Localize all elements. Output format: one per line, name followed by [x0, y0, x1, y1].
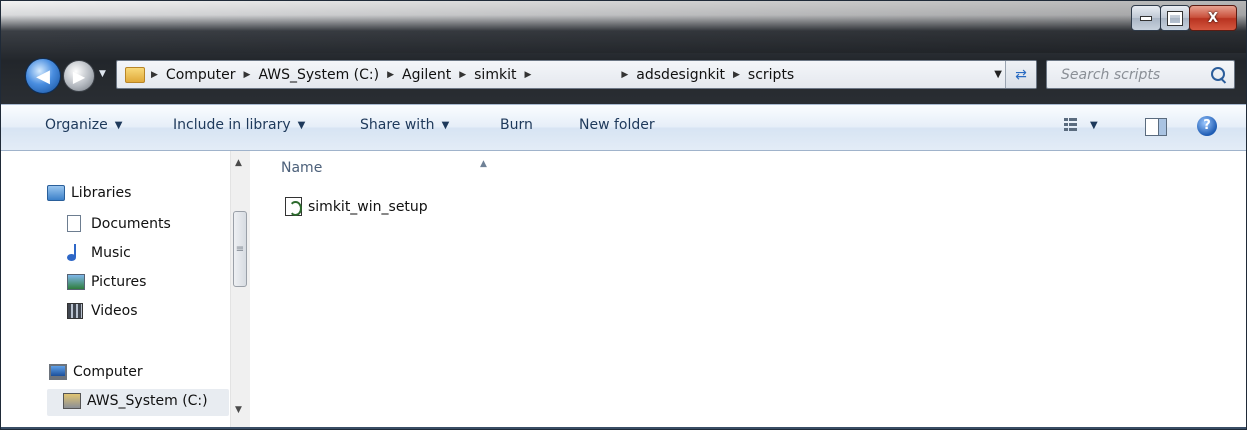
- nav-item-label: Computer: [73, 364, 143, 380]
- chevron-right-icon[interactable]: ▶: [244, 70, 251, 80]
- nav-item-label: AWS_System (C:): [87, 393, 208, 409]
- nav-item-label: Videos: [91, 303, 138, 319]
- breadcrumb-simkit[interactable]: simkit: [474, 67, 516, 83]
- new-folder-label: New folder: [579, 117, 655, 133]
- window-bottom-border: [1, 427, 1246, 429]
- nav-item-libraries[interactable]: Libraries: [47, 185, 131, 201]
- music-icon: [67, 244, 81, 261]
- new-folder-button[interactable]: New folder: [579, 117, 655, 133]
- nav-item-documents[interactable]: Documents: [67, 215, 171, 232]
- chevron-down-icon[interactable]: ▼: [1090, 120, 1098, 131]
- folder-icon: [125, 66, 145, 83]
- nav-item-label: Libraries: [71, 185, 132, 201]
- scroll-down-icon[interactable]: ▼: [235, 405, 242, 415]
- nav-pane-scrollbar[interactable]: ▲ ≡ ▼: [230, 151, 250, 429]
- videos-icon: [67, 303, 83, 319]
- refresh-button[interactable]: ⇄: [1005, 61, 1036, 88]
- nav-item-pictures[interactable]: Pictures: [67, 274, 146, 290]
- search-box[interactable]: [1046, 60, 1235, 89]
- chevron-right-icon[interactable]: ▶: [459, 70, 466, 80]
- pictures-icon: [67, 274, 85, 290]
- column-header-name[interactable]: Name ▲: [281, 159, 487, 176]
- drive-icon: [63, 393, 81, 409]
- scroll-up-icon[interactable]: ▲: [235, 158, 242, 168]
- column-header-label: Name: [281, 160, 323, 176]
- chevron-right-icon[interactable]: ▶: [387, 70, 394, 80]
- maximize-button[interactable]: [1160, 5, 1190, 31]
- chevron-down-icon: ▼: [114, 119, 123, 131]
- breadcrumb-drive[interactable]: AWS_System (C:): [258, 67, 379, 83]
- burn-label: Burn: [500, 117, 533, 133]
- search-input[interactable]: [1059, 66, 1203, 84]
- file-item[interactable]: simkit_win_setup: [285, 197, 428, 216]
- forward-button[interactable]: ▶: [63, 60, 95, 92]
- close-button[interactable]: X: [1189, 5, 1237, 31]
- window-caption-buttons: X: [1131, 5, 1237, 31]
- burn-button[interactable]: Burn: [500, 117, 533, 133]
- documents-icon: [67, 215, 81, 232]
- chevron-right-icon[interactable]: ▶: [151, 70, 158, 80]
- nav-item-label: Documents: [91, 215, 171, 232]
- back-arrow-icon: ◀: [36, 65, 50, 87]
- chevron-down-icon: ▼: [297, 119, 306, 131]
- explorer-window: X ◀ ▶ ▼ ▶ Computer ▶ AWS_System (C:) ▶ A…: [0, 0, 1247, 430]
- sort-ascending-icon: ▲: [480, 159, 487, 169]
- file-list: Name ▲ simkit_win_setup: [250, 151, 1246, 429]
- refresh-icon: ⇄: [1015, 66, 1027, 83]
- organize-button[interactable]: Organize ▼: [45, 117, 122, 133]
- chevron-right-icon[interactable]: ▶: [524, 70, 531, 80]
- nav-item-label: Pictures: [91, 274, 147, 290]
- chevron-right-icon[interactable]: ▶: [621, 70, 628, 80]
- command-bar: Organize ▼ Include in library ▼ Share with…: [1, 104, 1246, 151]
- nav-item-computer[interactable]: Computer: [49, 364, 143, 380]
- help-icon[interactable]: ?: [1197, 116, 1217, 136]
- chevron-right-icon[interactable]: ▶: [733, 70, 740, 80]
- minimize-button[interactable]: [1131, 5, 1161, 31]
- scrollbar-thumb[interactable]: ≡: [233, 211, 247, 287]
- file-name: simkit_win_setup: [308, 198, 428, 215]
- change-view-button[interactable]: ▼: [1064, 118, 1098, 132]
- include-in-library-button[interactable]: Include in library ▼: [173, 117, 305, 133]
- maximize-icon: [1167, 10, 1183, 26]
- nav-item-drive[interactable]: AWS_System (C:): [63, 393, 208, 409]
- breadcrumb-adsdesignkit[interactable]: adsdesignkit: [636, 67, 725, 83]
- include-in-library-label: Include in library: [173, 117, 291, 133]
- libraries-icon: [47, 185, 65, 201]
- nav-item-videos[interactable]: Videos: [67, 303, 138, 319]
- back-button[interactable]: ◀: [25, 58, 61, 94]
- minimize-icon: [1140, 15, 1152, 21]
- navigation-pane: Libraries Documents Music Pictures Video…: [1, 151, 249, 429]
- view-list-icon: [1064, 118, 1078, 132]
- share-with-label: Share with: [360, 117, 435, 133]
- breadcrumb-agilent[interactable]: Agilent: [402, 67, 451, 83]
- recent-pages-dropdown[interactable]: ▼: [99, 69, 109, 79]
- organize-label: Organize: [45, 117, 108, 133]
- share-with-button[interactable]: Share with ▼: [360, 117, 449, 133]
- chevron-down-icon: ▼: [441, 119, 450, 131]
- nav-item-music[interactable]: Music: [67, 244, 131, 261]
- breadcrumb: ▶ Computer ▶ AWS_System (C:) ▶ Agilent ▶…: [151, 67, 802, 83]
- close-icon: X: [1207, 10, 1219, 26]
- navigation-row: ◀ ▶ ▼ ▶ Computer ▶ AWS_System (C:) ▶ Agi…: [1, 53, 1246, 97]
- address-history-dropdown[interactable]: ▼: [994, 69, 1002, 80]
- forward-arrow-icon: ▶: [72, 66, 86, 86]
- preview-pane-icon[interactable]: [1145, 118, 1167, 136]
- search-icon[interactable]: [1211, 67, 1225, 81]
- nav-item-label: Music: [91, 244, 131, 261]
- address-bar[interactable]: ▶ Computer ▶ AWS_System (C:) ▶ Agilent ▶…: [116, 60, 1037, 89]
- computer-icon: [49, 364, 67, 380]
- script-file-icon: [285, 197, 302, 216]
- breadcrumb-scripts[interactable]: scripts: [748, 67, 794, 83]
- breadcrumb-computer[interactable]: Computer: [166, 67, 236, 83]
